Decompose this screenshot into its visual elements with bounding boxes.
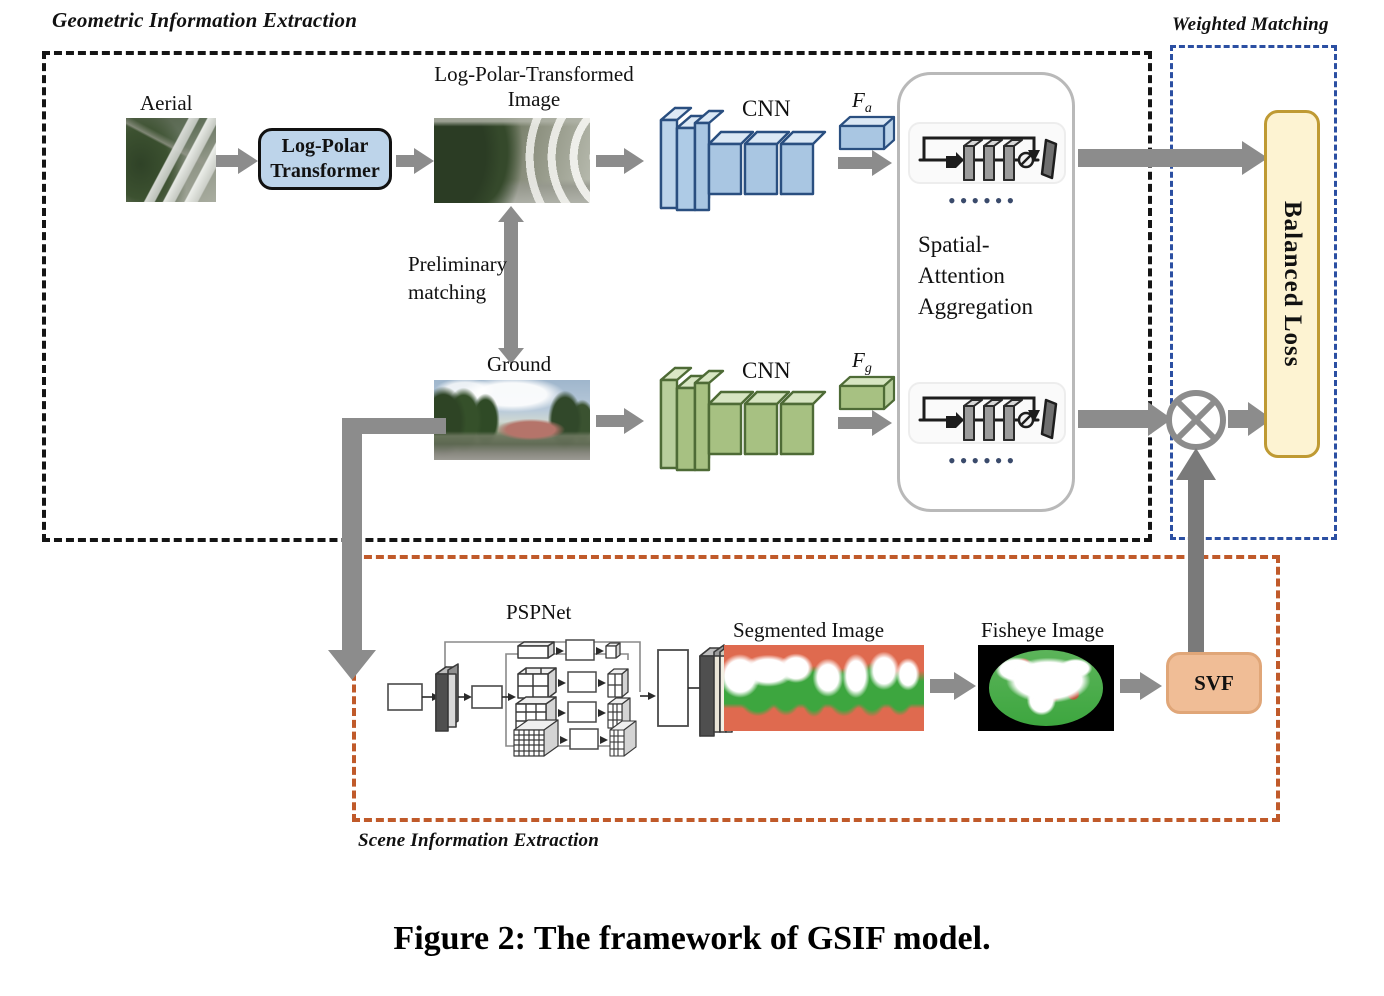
pspnet-diagram [387, 639, 656, 757]
preliminary-matching-line1: Preliminary [408, 252, 508, 276]
attention-title-line2: Attention [918, 263, 1005, 288]
logpolar-image-label-line1: Log-Polar-Transformed [434, 62, 634, 86]
preliminary-matching-line2: matching [408, 280, 487, 304]
multiply-node [1166, 390, 1226, 450]
attention-dots-aerial: •••••• [948, 188, 1019, 213]
attention-dots-ground: •••••• [948, 448, 1019, 473]
aerial-image [126, 118, 216, 202]
scene-section-title: Scene Information Extraction [358, 830, 600, 851]
arrow-attention-aerial-to-loss [1078, 141, 1268, 175]
figure-caption: Figure 2: The framework of GSIF model. [393, 920, 991, 957]
feature-ground-block [838, 375, 896, 411]
svf-box[interactable]: SVF [1166, 652, 1262, 714]
balanced-loss-label: Balanced Loss [1279, 200, 1306, 368]
ground-label: Ground [487, 352, 552, 376]
log-polar-transformed-image [434, 118, 590, 203]
arrow-segmented-to-fisheye [930, 672, 976, 700]
log-polar-transformer-box[interactable]: Log-Polar Transformer [258, 128, 392, 190]
logpolar-image-label-line2: Image [507, 87, 561, 111]
arrow-ground-to-cnn [596, 408, 644, 434]
cnn-ground-blocks [659, 366, 827, 472]
attention-unit-ground-glyph [918, 396, 1058, 441]
cnn-ground-label: CNN [742, 358, 791, 383]
log-polar-transformer-line1: Log-Polar [281, 135, 369, 157]
weighted-section-title: Weighted Matching [1172, 14, 1329, 35]
fisheye-image-label: Fisheye Image [981, 618, 1105, 642]
aerial-label: Aerial [140, 91, 193, 115]
fisheye-image [978, 645, 1114, 731]
attention-title-line3: Aggregation [918, 294, 1033, 319]
arrow-aerial-to-transformer [216, 148, 258, 174]
cnn-aerial-blocks [659, 106, 827, 212]
feature-aerial-block [838, 115, 896, 151]
arrow-fa-to-attention [838, 150, 892, 176]
arrow-svf-to-multiply [1176, 448, 1216, 660]
cnn-aerial-label: CNN [742, 96, 791, 121]
fisheye-oval [988, 650, 1104, 726]
feature-ground-label: Fg [852, 348, 872, 377]
geometric-section-title: Geometric Information Extraction [52, 8, 358, 32]
arrow-preliminary-matching [498, 206, 524, 364]
attention-unit-aerial-glyph [918, 136, 1058, 181]
attention-title-line1: Spatial- [918, 232, 990, 257]
arrow-fg-to-attention [838, 410, 892, 436]
segmented-image [724, 645, 924, 731]
segmented-image-label: Segmented Image [733, 618, 885, 642]
arrow-fisheye-to-svf [1120, 672, 1162, 700]
log-polar-transformer-line2: Transformer [270, 160, 380, 182]
figure-canvas: Geometric Information Extraction Weighte… [0, 0, 1384, 996]
arrow-transformer-to-logpolar-image [396, 148, 434, 174]
arrow-logpolar-to-cnn-aerial [596, 148, 644, 174]
balanced-loss-box[interactable]: Balanced Loss [1264, 110, 1320, 458]
feature-aerial-label: Fa [852, 88, 872, 117]
svf-label: SVF [1194, 670, 1234, 695]
arrow-attention-ground-to-multiply [1078, 402, 1172, 436]
